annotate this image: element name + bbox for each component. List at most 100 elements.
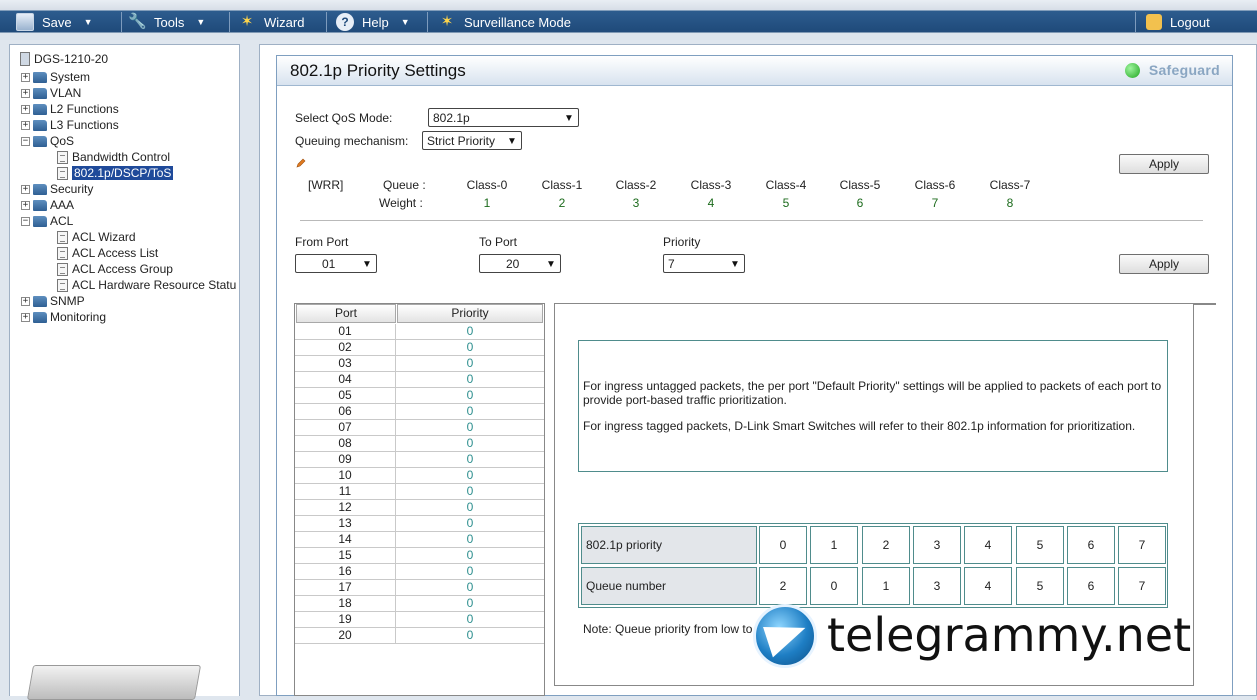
tree-item-bandwidth-control[interactable]: Bandwidth Control [57, 149, 170, 165]
port-cell: 04 [295, 372, 396, 387]
priority-value: 7 [668, 257, 675, 271]
mapping-queue-cell: 6 [1067, 567, 1115, 605]
class-header: Class-6 [914, 178, 956, 192]
mapping-priority-cell: 0 [759, 526, 807, 564]
expand-icon[interactable]: + [21, 312, 30, 322]
mapping-priority-cell: 5 [1016, 526, 1064, 564]
queuing-mechanism-select[interactable]: Strict Priority ▼ [422, 131, 522, 150]
tree-item-label: QoS [50, 134, 75, 148]
note-text: Note: Queue priority from low to [583, 622, 753, 636]
collapse-icon[interactable]: − [21, 136, 30, 146]
port-column-header: Port [296, 304, 396, 323]
tree-item-system[interactable]: + System [21, 69, 90, 85]
status-led-icon [1124, 62, 1140, 78]
priority-select[interactable]: 7 ▼ [663, 254, 745, 273]
qos-mode-select[interactable]: 802.1p ▼ [428, 108, 579, 127]
folder-icon [33, 87, 47, 99]
queuing-mechanism-value: Strict Priority [427, 134, 496, 148]
tree-item-acl-access-group[interactable]: ACL Access Group [57, 261, 173, 277]
expand-icon[interactable]: + [21, 296, 30, 306]
queuing-mechanism-label: Queuing mechanism: [295, 134, 409, 148]
expand-icon[interactable]: + [21, 120, 30, 130]
expand-icon[interactable]: + [21, 88, 30, 98]
mapping-priority-cell: 2 [862, 526, 910, 564]
switch-device-image [26, 665, 202, 700]
mapping-priority-label: 802.1p priority [581, 526, 757, 564]
folder-icon [33, 311, 47, 323]
tree-item-acl[interactable]: − ACL [21, 213, 73, 229]
expand-icon[interactable]: + [21, 72, 30, 82]
surveillance-mode-menu[interactable]: ✶ Surveillance Mode [438, 11, 571, 33]
table-row: 11 0 [295, 484, 544, 500]
tools-menu[interactable]: 🔧 Tools ▼ [128, 11, 205, 33]
wrr-label: [WRR] [308, 178, 344, 192]
priority-cell: 0 [466, 468, 474, 482]
chevron-down-icon: ▼ [507, 135, 517, 147]
expand-icon[interactable]: + [21, 104, 30, 114]
tree-item-vlan[interactable]: + VLAN [21, 85, 81, 101]
toolbar-divider [121, 12, 122, 32]
mapping-queue-cell: 4 [964, 567, 1012, 605]
save-menu[interactable]: Save ▼ [16, 11, 93, 33]
tree-item-l2-functions[interactable]: + L2 Functions [21, 101, 119, 117]
priority-cell: 0 [466, 324, 474, 338]
safeguard-label: Safeguard [1148, 62, 1220, 78]
tree-item-label: ACL Access List [72, 246, 159, 260]
save-menu-label: Save [42, 14, 72, 30]
page-icon [57, 166, 68, 180]
page-icon [57, 150, 68, 164]
to-port-value: 20 [506, 257, 520, 271]
to-port-select[interactable]: 20 ▼ [479, 254, 561, 273]
port-cell: 13 [295, 516, 396, 531]
collapse-icon[interactable]: − [21, 216, 30, 226]
tree-item-acl-wizard[interactable]: ACL Wizard [57, 229, 136, 245]
info-box: For ingress untagged packets, the per po… [578, 340, 1168, 472]
port-cell: 08 [295, 436, 396, 451]
tree-item-qos[interactable]: − QoS [21, 133, 74, 149]
class-header: Class-1 [541, 178, 583, 192]
wizard-menu[interactable]: ✶ Wizard [238, 11, 305, 33]
logout-button[interactable]: Logout [1146, 11, 1210, 33]
table-row: 03 0 [295, 356, 544, 372]
chevron-down-icon: ▼ [546, 258, 556, 270]
class-header: Class-0 [466, 178, 508, 192]
tree-item-snmp[interactable]: + SNMP [21, 293, 85, 309]
apply-port-priority-button[interactable]: Apply [1119, 254, 1209, 274]
priority-cell: 0 [466, 340, 474, 354]
pencil-icon [296, 158, 306, 168]
class-weight-value: 5 [782, 196, 790, 210]
floppy-disk-icon [16, 13, 34, 31]
tree-item-security[interactable]: + Security [21, 181, 93, 197]
surveillance-mode-label: Surveillance Mode [464, 14, 571, 30]
mapping-priority-cell: 7 [1118, 526, 1166, 564]
expand-icon[interactable]: + [21, 200, 30, 210]
help-menu[interactable]: ? Help ▼ [336, 11, 410, 33]
help-icon: ? [336, 13, 354, 31]
class-header: Class-2 [615, 178, 657, 192]
info-tagged-text: For ingress tagged packets, D-Link Smart… [583, 419, 1136, 433]
tree-item-label: ACL [50, 214, 74, 228]
chevron-down-icon: ▼ [564, 112, 574, 124]
tree-item-monitoring[interactable]: + Monitoring [21, 309, 106, 325]
table-row: 10 0 [295, 468, 544, 484]
page-title: 802.1p Priority Settings [290, 61, 466, 80]
mapping-queue-cell: 7 [1118, 567, 1166, 605]
tree-item-acl-access-list[interactable]: ACL Access List [57, 245, 158, 261]
priority-cell: 0 [466, 548, 474, 562]
tree-root-label: DGS-1210-20 [34, 52, 109, 66]
to-port-label: To Port [479, 235, 518, 249]
tree-root-device[interactable]: DGS-1210-20 [20, 51, 108, 67]
tree-item-8021p-dscp-tos[interactable]: 802.1p/DSCP/ToS [57, 165, 174, 181]
priority-cell: 0 [466, 500, 474, 514]
from-port-select[interactable]: 01 ▼ [295, 254, 377, 273]
expand-icon[interactable]: + [21, 184, 30, 194]
tree-item-l3-functions[interactable]: + L3 Functions [21, 117, 119, 133]
apply-queuing-button[interactable]: Apply [1119, 154, 1209, 174]
mapping-queue-cell: 2 [759, 567, 807, 605]
class-header: Class-5 [839, 178, 881, 192]
port-cell: 18 [295, 596, 396, 611]
tree-item-aaa[interactable]: + AAA [21, 197, 74, 213]
tree-item-label: Security [50, 182, 94, 196]
tree-item-acl-hardware-resource[interactable]: ACL Hardware Resource Statu [57, 277, 236, 293]
table-row: 08 0 [295, 436, 544, 452]
